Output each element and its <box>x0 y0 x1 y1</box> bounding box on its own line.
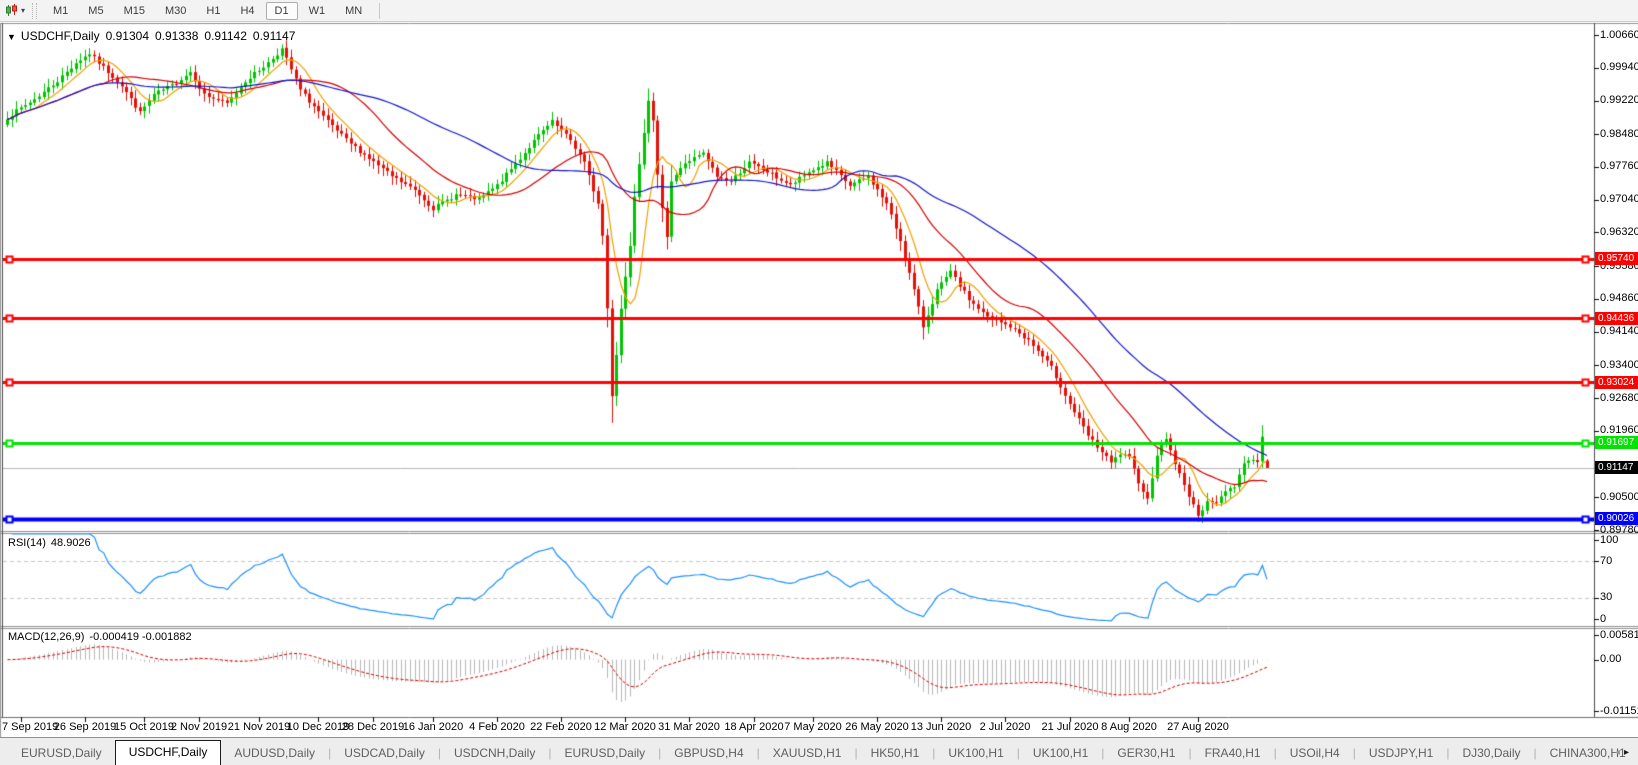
toolbar-grip[interactable] <box>32 2 38 19</box>
symbol-tab-gbpusd-h4[interactable]: GBPUSD,H4 <box>661 743 756 765</box>
symbol-tab-dj30-daily[interactable]: DJ30,Daily <box>1449 743 1533 765</box>
timeframe-button-MN[interactable]: MN <box>336 2 371 20</box>
chart-toolbar: ▾ M1 M5 M15 M30 H1 H4 D1 W1 MN <box>0 0 1638 22</box>
symbol-tab-fra40-h1[interactable]: FRA40,H1 <box>1192 743 1274 765</box>
symbol-tab-usdcnh-daily[interactable]: USDCNH,Daily <box>441 743 548 765</box>
symbol-tab-ger30-h1[interactable]: GER30,H1 <box>1104 743 1188 765</box>
chart-type-button[interactable]: ▾ <box>0 4 28 17</box>
timeframe-button-M30[interactable]: M30 <box>156 2 195 20</box>
symbol-tab-usoil-h4[interactable]: USOil,H4 <box>1277 743 1353 765</box>
tab-scroll-right-icon[interactable]: ▸ <box>1624 747 1633 758</box>
timeframe-buttons: M1 M5 M15 M30 H1 H4 D1 W1 MN <box>43 1 372 20</box>
chart-canvas[interactable] <box>0 22 1638 737</box>
symbol-tab-usdcad-daily[interactable]: USDCAD,Daily <box>331 743 438 765</box>
symbol-tab-hk50-h1[interactable]: HK50,H1 <box>858 743 933 765</box>
candlestick-chart-icon <box>6 4 17 16</box>
symbol-tab-xauusd-h1[interactable]: XAUUSD,H1 <box>760 743 855 765</box>
timeframe-button-D1[interactable]: D1 <box>265 1 298 20</box>
timeframe-button-M15[interactable]: M15 <box>115 2 154 20</box>
symbol-tab-usdchf-daily[interactable]: USDCHF,Daily <box>114 740 222 765</box>
symbol-tab-uk100-h1[interactable]: UK100,H1 <box>1020 743 1101 765</box>
symbol-tab-usdjpy-h1[interactable]: USDJPY,H1 <box>1356 743 1446 765</box>
chart-window: ▼ USDCHF,Daily 0.91304 0.91338 0.91142 0.9114… <box>0 22 1638 737</box>
symbol-tab-bar: EURUSD,Daily USDCHF,Daily AUDUSD,Daily | USD… <box>0 737 1638 765</box>
symbol-tab-eurusd-daily[interactable]: EURUSD,Daily <box>551 743 658 765</box>
symbol-tab-audusd-daily[interactable]: AUDUSD,Daily <box>221 743 328 765</box>
timeframe-button-H4[interactable]: H4 <box>231 2 263 20</box>
symbol-tab-eurusd-daily[interactable]: EURUSD,Daily <box>8 743 115 765</box>
timeframe-button-H1[interactable]: H1 <box>197 2 229 20</box>
dropdown-caret-icon[interactable]: ▾ <box>21 6 25 15</box>
tab-scroll-left-icon[interactable]: ◂ <box>1615 747 1624 758</box>
symbol-tab-uk100-h1[interactable]: UK100,H1 <box>935 743 1016 765</box>
timeframe-button-W1[interactable]: W1 <box>300 2 335 20</box>
tab-scroll-arrows: ◂▸ <box>1615 747 1633 758</box>
toolbar-separator <box>379 2 381 19</box>
timeframe-button-M5[interactable]: M5 <box>79 2 112 20</box>
timeframe-button-M1[interactable]: M1 <box>44 2 77 20</box>
